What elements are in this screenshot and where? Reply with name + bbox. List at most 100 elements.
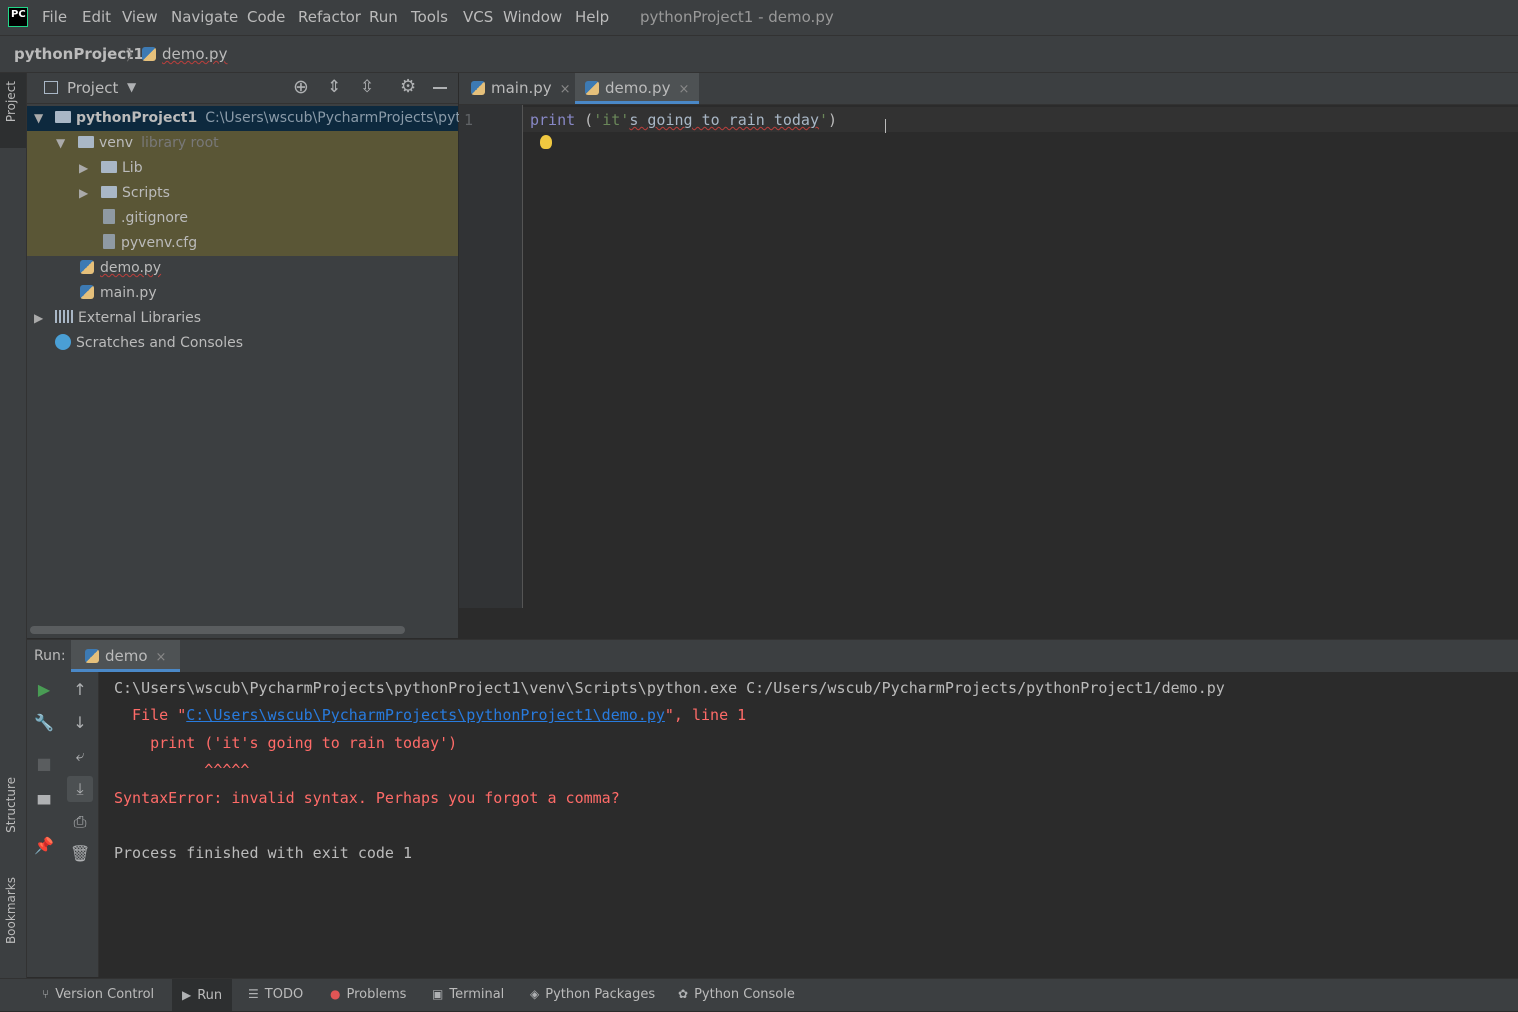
library-icon bbox=[55, 310, 73, 323]
tree-row-lib[interactable]: ▶ Lib bbox=[27, 156, 458, 181]
gear-icon[interactable]: ⚙ bbox=[400, 76, 416, 97]
bookmarks-tool-tab[interactable]: Bookmarks bbox=[4, 877, 18, 944]
run-label: Run bbox=[197, 988, 223, 1003]
tab-demo-py[interactable]: demo.py × bbox=[575, 73, 700, 104]
project-view-icon bbox=[44, 81, 58, 94]
arrow-down-icon[interactable]: ↓ bbox=[70, 713, 90, 733]
tree-row-external-libraries[interactable]: ▶ External Libraries bbox=[27, 306, 458, 331]
run-panel-label: Run: bbox=[34, 648, 66, 664]
pycharm-logo-icon[interactable]: PC bbox=[8, 7, 28, 27]
tree-row-gitignore[interactable]: .gitignore bbox=[27, 206, 458, 231]
run-panel-header: Run: demo × bbox=[27, 639, 1518, 673]
lightbulb-icon[interactable] bbox=[540, 135, 552, 149]
tree-row-scratches[interactable]: Scratches and Consoles bbox=[27, 331, 458, 356]
version-control-button[interactable]: ⑂ Version Control bbox=[42, 987, 154, 1002]
menu-view[interactable]: View bbox=[122, 8, 158, 26]
locate-file-icon[interactable]: ⊕ bbox=[293, 76, 309, 98]
run-tab-demo[interactable]: demo × bbox=[71, 640, 181, 672]
hide-panel-icon[interactable] bbox=[433, 87, 447, 89]
menu-refactor[interactable]: Refactor bbox=[298, 8, 361, 26]
tree-row-scripts[interactable]: ▶ Scripts bbox=[27, 181, 458, 206]
project-root-path: C:\Users\wscub\PycharmProjects\python bbox=[205, 110, 488, 126]
python-console-button[interactable]: ✿ Python Console bbox=[678, 987, 795, 1002]
menu-code[interactable]: Code bbox=[247, 8, 285, 26]
python-console-icon: ✿ bbox=[678, 987, 689, 1001]
chevron-right-icon[interactable]: ▶ bbox=[79, 181, 88, 206]
trash-icon[interactable]: 🗑 bbox=[70, 844, 90, 864]
run-toolbar: ▶ ↑ 🔧 ↓ ⤶ ■ ⤓ ▀ ⎙ 📌 🗑 bbox=[27, 672, 99, 977]
traceback-file-link[interactable]: C:\Users\wscub\PycharmProjects\pythonPro… bbox=[186, 706, 665, 724]
soft-wrap-icon[interactable]: ⤶ bbox=[70, 746, 90, 766]
stop-icon[interactable]: ■ bbox=[34, 754, 54, 774]
list-icon: ☰ bbox=[248, 987, 259, 1001]
chevron-down-icon[interactable]: ▼ bbox=[56, 131, 65, 156]
line-number: 1 bbox=[464, 111, 474, 129]
project-view-title[interactable]: Project bbox=[67, 79, 118, 97]
python-file-icon bbox=[80, 260, 94, 274]
rerun-icon[interactable]: ▶ bbox=[34, 680, 54, 700]
structure-tool-tab[interactable]: Structure bbox=[4, 777, 18, 833]
branch-icon: ⑂ bbox=[42, 987, 50, 1001]
menu-vcs[interactable]: VCS bbox=[463, 8, 493, 26]
tree-row-pyvenv[interactable]: pyvenv.cfg bbox=[27, 231, 458, 256]
folder-icon bbox=[101, 186, 117, 198]
tree-row-main[interactable]: main.py bbox=[27, 281, 458, 306]
view-dropdown-chevron-icon[interactable]: ▼ bbox=[127, 80, 136, 94]
tree-row-demo[interactable]: demo.py bbox=[27, 256, 458, 281]
breadcrumb-project[interactable]: pythonProject1 bbox=[14, 45, 144, 63]
traceback-prefix: File " bbox=[114, 706, 187, 724]
terminal-button[interactable]: ▣ Terminal bbox=[432, 987, 504, 1002]
external-libraries-label: External Libraries bbox=[78, 310, 201, 326]
close-icon[interactable]: × bbox=[560, 82, 571, 97]
arrow-up-icon[interactable]: ↑ bbox=[70, 680, 90, 700]
print-icon[interactable]: ⎙ bbox=[70, 812, 90, 832]
problems-button[interactable]: ● Problems bbox=[330, 987, 406, 1002]
code-editor[interactable]: print ('it's going to rain today') bbox=[523, 105, 1518, 608]
todo-button[interactable]: ☰ TODO bbox=[248, 987, 303, 1002]
menu-window[interactable]: Window bbox=[503, 8, 562, 26]
editor-tab-bar: main.py × demo.py × bbox=[459, 73, 1518, 105]
pin-icon[interactable]: 📌 bbox=[34, 836, 54, 856]
run-console[interactable]: C:\Users\wscub\PycharmProjects\pythonPro… bbox=[99, 672, 1518, 977]
layout-icon[interactable]: ▀ bbox=[34, 795, 54, 815]
code-close-paren: ) bbox=[828, 111, 838, 129]
menu-navigate[interactable]: Navigate bbox=[171, 8, 238, 26]
close-icon[interactable]: × bbox=[156, 650, 167, 665]
breadcrumb-file[interactable]: demo.py bbox=[162, 45, 227, 63]
chevron-right-icon[interactable]: ▶ bbox=[79, 156, 88, 181]
play-icon: ▶ bbox=[182, 988, 192, 1002]
tree-row-venv[interactable]: ▼ venv library root bbox=[27, 131, 458, 156]
error-icon: ● bbox=[330, 987, 341, 1001]
menu-file[interactable]: File bbox=[42, 8, 67, 26]
tree-row-project-root[interactable]: ▼ pythonProject1 C:\Users\wscub\PycharmPr… bbox=[27, 106, 487, 131]
project-tool-tab[interactable]: Project bbox=[4, 81, 18, 122]
menu-run[interactable]: Run bbox=[369, 8, 398, 26]
menu-help[interactable]: Help bbox=[575, 8, 609, 26]
project-panel: Project ▼ ⊕ ⇕ ⇳ ⚙ ▼ pythonProject1 C:\Use… bbox=[27, 73, 487, 638]
code-string-start: 'it' bbox=[593, 111, 630, 129]
chevron-right-icon[interactable]: ▶ bbox=[34, 306, 43, 331]
menu-edit[interactable]: Edit bbox=[82, 8, 111, 26]
collapse-all-icon[interactable]: ⇳ bbox=[360, 77, 374, 97]
breadcrumb-separator: 〉 bbox=[126, 46, 142, 64]
python-packages-button[interactable]: ◈ Python Packages bbox=[530, 987, 655, 1002]
menu-bar: PC File Edit View Navigate Code Refactor… bbox=[0, 0, 1518, 36]
scratches-icon bbox=[55, 334, 71, 350]
python-icon bbox=[85, 649, 99, 663]
code-line[interactable]: print ('it's going to rain today') bbox=[530, 111, 837, 129]
scroll-to-end-icon[interactable]: ⤓ bbox=[67, 776, 93, 802]
close-icon[interactable]: × bbox=[678, 82, 689, 97]
horizontal-scrollbar[interactable] bbox=[30, 626, 405, 634]
console-traceback-file-line: File "C:\Users\wscub\PycharmProjects\pyt… bbox=[114, 706, 746, 724]
folder-icon bbox=[78, 136, 94, 148]
wrench-icon[interactable]: 🔧 bbox=[34, 713, 54, 733]
tab-main-py[interactable]: main.py × bbox=[461, 73, 581, 104]
run-button[interactable]: ▶ Run bbox=[172, 979, 233, 1011]
problems-label: Problems bbox=[346, 987, 407, 1002]
code-open-paren: ( bbox=[575, 111, 594, 129]
expand-all-icon[interactable]: ⇕ bbox=[327, 77, 341, 97]
chevron-down-icon[interactable]: ▼ bbox=[34, 106, 43, 131]
menu-tools[interactable]: Tools bbox=[411, 8, 448, 26]
run-tab-label: demo bbox=[105, 647, 148, 665]
python-file-icon bbox=[142, 47, 156, 61]
